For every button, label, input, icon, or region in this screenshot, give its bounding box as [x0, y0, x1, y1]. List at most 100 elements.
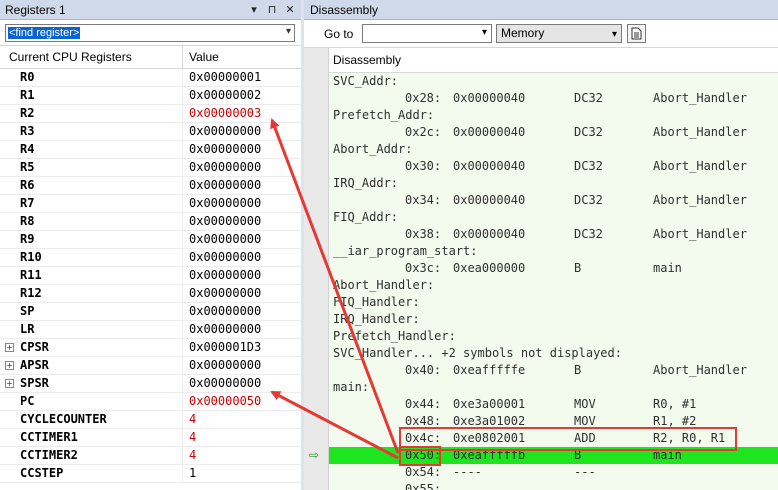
register-value[interactable]: 0x00000000	[183, 303, 261, 320]
instruction-line[interactable]: 0x40: 0xeafffffe B Abort_Handler	[329, 362, 778, 379]
disassembly-panel: Disassembly Go to ▾ Memory ▾ ⇨ Disassemb…	[304, 0, 778, 490]
register-value[interactable]: 0x00000000	[183, 267, 261, 284]
instruction-mnemonic: B	[574, 448, 582, 462]
register-row[interactable]: + SPSR 0x00000000	[0, 375, 301, 393]
register-row[interactable]: R1 0x00000002	[0, 87, 301, 105]
register-value[interactable]: 0x00000000	[183, 375, 261, 392]
label-line[interactable]: FIQ_Addr:	[329, 209, 778, 226]
instruction-line[interactable]: 0x34: 0x00000040 DC32 Abort_Handler	[329, 192, 778, 209]
chevron-down-icon[interactable]: ▾	[286, 26, 291, 37]
window-menu-icon[interactable]: ▾	[247, 3, 261, 17]
register-row[interactable]: R6 0x00000000	[0, 177, 301, 195]
instruction-line[interactable]: 0x48: 0xe3a01002 MOV R1, #2	[329, 413, 778, 430]
register-row[interactable]: PC 0x00000050	[0, 393, 301, 411]
goto-address-combo[interactable]: ▾	[362, 24, 492, 43]
register-value[interactable]: 1	[183, 465, 196, 482]
register-row[interactable]: R8 0x00000000	[0, 213, 301, 231]
instruction-line[interactable]: 0x30: 0x00000040 DC32 Abort_Handler	[329, 158, 778, 175]
register-row[interactable]: + APSR 0x00000000	[0, 357, 301, 375]
register-value[interactable]: 0x00000000	[183, 231, 261, 248]
close-icon[interactable]: ✕	[283, 3, 297, 17]
register-name: R6	[0, 177, 183, 194]
breakpoint-gutter[interactable]: ⇨	[304, 48, 329, 490]
expand-icon[interactable]: +	[5, 379, 14, 388]
register-row[interactable]: R9 0x00000000	[0, 231, 301, 249]
label-line[interactable]: Prefetch_Handler:	[329, 328, 778, 345]
label-line[interactable]: __iar_program_start:	[329, 243, 778, 260]
instruction-line[interactable]: 0x38: 0x00000040 DC32 Abort_Handler	[329, 226, 778, 243]
instruction-line[interactable]: 0x28: 0x00000040 DC32 Abort_Handler	[329, 90, 778, 107]
label-line[interactable]: Abort_Handler:	[329, 277, 778, 294]
register-row[interactable]: R10 0x00000000	[0, 249, 301, 267]
label-line[interactable]: Prefetch_Addr:	[329, 107, 778, 124]
chevron-down-icon[interactable]: ▾	[612, 26, 617, 43]
disassembly-listing[interactable]: Disassembly SVC_Addr: 0x28: 0x00000040 DC32…	[329, 48, 778, 490]
register-value[interactable]: 0x00000000	[183, 213, 261, 230]
instruction-line[interactable]: 0x4c: 0xe0802001 ADD R2, R0, R1	[329, 430, 778, 447]
instruction-address: 0x40:	[405, 363, 442, 377]
label-line[interactable]: IRQ_Addr:	[329, 175, 778, 192]
register-value[interactable]: 0x00000001	[183, 69, 261, 86]
pin-icon[interactable]: ⊓	[265, 3, 279, 17]
register-row[interactable]: CCSTEP 1	[0, 465, 301, 483]
register-row[interactable]: R2 0x00000003	[0, 105, 301, 123]
register-row[interactable]: R12 0x00000000	[0, 285, 301, 303]
disassembly-list-header: Disassembly	[329, 48, 778, 73]
register-value[interactable]: 0x00000003	[183, 105, 261, 122]
register-value[interactable]: 4	[183, 447, 196, 464]
column-header-registers[interactable]: Current CPU Registers	[0, 46, 183, 68]
register-row[interactable]: R4 0x00000000	[0, 141, 301, 159]
chevron-down-icon[interactable]: ▾	[482, 27, 487, 38]
column-header-value[interactable]: Value	[183, 46, 219, 68]
instruction-line[interactable]: 0x54: ---- ---	[329, 464, 778, 481]
label-line[interactable]: FIQ_Handler:	[329, 294, 778, 311]
register-row[interactable]: CYCLECOUNTER 4	[0, 411, 301, 429]
register-name: CYCLECOUNTER	[0, 411, 183, 428]
expand-icon[interactable]: +	[5, 361, 14, 370]
register-row[interactable]: CCTIMER2 4	[0, 447, 301, 465]
label-line[interactable]: SVC_Handler... +2 symbols not displayed:	[329, 345, 778, 362]
register-row[interactable]: R7 0x00000000	[0, 195, 301, 213]
register-value[interactable]: 0x00000000	[183, 159, 261, 176]
register-row[interactable]: + CPSR 0x000001D3	[0, 339, 301, 357]
register-value[interactable]: 4	[183, 411, 196, 428]
register-value[interactable]: 0x00000000	[183, 357, 261, 374]
memory-select[interactable]: Memory ▾	[496, 24, 622, 43]
find-register-combo[interactable]: <find register> ▾	[5, 23, 295, 42]
register-value[interactable]: 0x00000000	[183, 141, 261, 158]
register-row[interactable]: R0 0x00000001	[0, 69, 301, 87]
register-value[interactable]: 0x00000000	[183, 195, 261, 212]
register-value[interactable]: 0x00000050	[183, 393, 261, 410]
expand-icon[interactable]: +	[5, 343, 14, 352]
instruction-address: 0x2c:	[405, 125, 442, 139]
current-instruction-line[interactable]: 0x50: 0xeafffffb Bmain	[329, 447, 778, 464]
label-line[interactable]: SVC_Addr:	[329, 73, 778, 90]
register-value[interactable]: 0x00000002	[183, 87, 261, 104]
register-row[interactable]: R3 0x00000000	[0, 123, 301, 141]
register-row[interactable]: R11 0x00000000	[0, 267, 301, 285]
register-value[interactable]: 0x00000000	[183, 321, 261, 338]
disassembly-view[interactable]: ⇨ Disassembly SVC_Addr: 0x28: 0x00000040 DC…	[304, 48, 778, 490]
register-row[interactable]: CCTIMER1 4	[0, 429, 301, 447]
instruction-code: ----	[453, 465, 482, 479]
document-icon[interactable]	[627, 24, 646, 43]
instruction-line[interactable]: 0x2c: 0x00000040 DC32 Abort_Handler	[329, 124, 778, 141]
label-line[interactable]: main:	[329, 379, 778, 396]
register-name: R10	[0, 249, 183, 266]
label-line[interactable]: IRQ_Handler:	[329, 311, 778, 328]
register-value[interactable]: 0x00000000	[183, 123, 261, 140]
register-value[interactable]: 0x000001D3	[183, 339, 261, 356]
instruction-line[interactable]: 0x44: 0xe3a00001 MOV R0, #1	[329, 396, 778, 413]
register-row[interactable]: LR 0x00000000	[0, 321, 301, 339]
register-value[interactable]: 4	[183, 429, 196, 446]
register-value[interactable]: 0x00000000	[183, 249, 261, 266]
register-row[interactable]: SP 0x00000000	[0, 303, 301, 321]
instruction-operands: Abort_Handler	[653, 193, 747, 207]
register-name: R7	[0, 195, 183, 212]
register-row[interactable]: R5 0x00000000	[0, 159, 301, 177]
instruction-line[interactable]: 0x55:	[329, 481, 778, 490]
label-line[interactable]: Abort_Addr:	[329, 141, 778, 158]
register-value[interactable]: 0x00000000	[183, 285, 261, 302]
register-value[interactable]: 0x00000000	[183, 177, 261, 194]
instruction-line[interactable]: 0x3c: 0xea000000 Bmain	[329, 260, 778, 277]
